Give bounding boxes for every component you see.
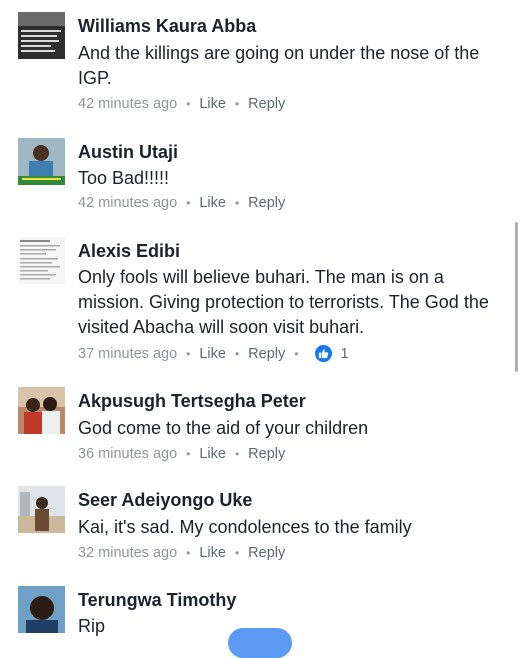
avatar[interactable] [18, 12, 65, 59]
avatar[interactable] [18, 138, 65, 185]
separator-dot: • [234, 196, 240, 210]
reaction-count: 1 [340, 345, 349, 362]
reply-button[interactable]: Reply [248, 446, 285, 462]
reply-button[interactable]: Reply [248, 545, 285, 561]
separator-dot: • [234, 546, 240, 560]
comment-text: God come to the aid of your children [78, 418, 369, 438]
separator-dot: • [294, 346, 299, 361]
separator-dot: • [186, 196, 191, 210]
reply-button[interactable]: Reply [248, 96, 285, 112]
comment-meta: 36 minutes ago • Like • Reply [78, 446, 285, 462]
like-button[interactable]: Like [199, 446, 226, 462]
comment-text: Too Bad!!!!! [78, 168, 170, 188]
like-button[interactable]: Like [199, 545, 226, 561]
separator-dot: • [234, 346, 240, 361]
comment-author[interactable]: Austin Utaji [78, 142, 178, 163]
separator-dot: • [234, 447, 240, 461]
avatar[interactable] [18, 486, 65, 533]
comment-author[interactable]: Seer Adeiyongo Uke [78, 490, 252, 511]
comment-time[interactable]: 37 minutes ago [78, 346, 177, 362]
avatar[interactable] [18, 387, 65, 434]
separator-dot: • [186, 346, 191, 361]
separator-dot: • [234, 97, 240, 111]
reaction-badge[interactable]: 1 [315, 345, 349, 362]
comment-author[interactable]: Williams Kaura Abba [78, 16, 256, 37]
scrollbar[interactable] [515, 222, 518, 372]
avatar[interactable] [18, 237, 65, 284]
comment-text: And the killings are going on under the … [78, 43, 480, 88]
separator-dot: • [186, 97, 191, 111]
comment-text: Only fools will believe buhari. The man … [78, 267, 489, 337]
comment-time[interactable]: 42 minutes ago [78, 195, 177, 211]
comment-time[interactable]: 32 minutes ago [78, 545, 177, 561]
separator-dot: • [186, 447, 191, 461]
comment-time[interactable]: 36 minutes ago [78, 446, 177, 462]
like-button[interactable]: Like [199, 346, 226, 362]
reply-button[interactable]: Reply [248, 346, 285, 362]
comment-meta: 42 minutes ago • Like • Reply [78, 195, 285, 211]
avatar[interactable] [18, 586, 65, 633]
comment-author[interactable]: Terungwa Timothy [78, 590, 236, 611]
like-button[interactable]: Like [199, 96, 226, 112]
like-button[interactable]: Like [199, 195, 226, 211]
comment-meta: 42 minutes ago • Like • Reply [78, 96, 285, 112]
comment-author[interactable]: Akpusugh Tertsegha Peter [78, 391, 306, 412]
comment-meta: 32 minutes ago • Like • Reply [78, 545, 285, 561]
comment-text: Kai, it's sad. My condolences to the fam… [78, 517, 412, 537]
comment-meta: 37 minutes ago • Like • Reply • 1 [78, 345, 349, 362]
comment-author[interactable]: Alexis Edibi [78, 241, 180, 262]
floating-action-button[interactable] [228, 628, 292, 658]
reply-button[interactable]: Reply [248, 195, 285, 211]
separator-dot: • [186, 546, 191, 560]
comment-time[interactable]: 42 minutes ago [78, 96, 177, 112]
thumbs-up-icon [315, 345, 333, 362]
